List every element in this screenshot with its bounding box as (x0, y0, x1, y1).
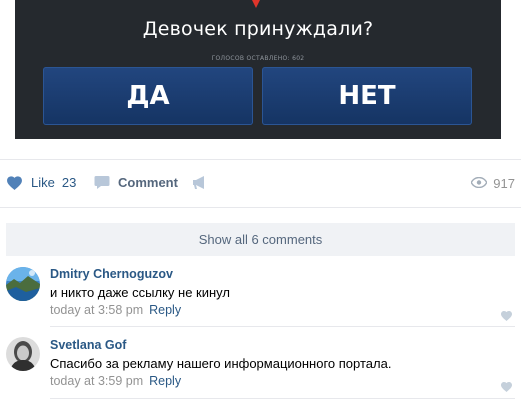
poll-vote-count: ГОЛОСОВ ОСТАВЛЕНО: 602 (211, 55, 305, 62)
comment-text: и никто даже ссылку не кинул (50, 285, 230, 300)
comment-author[interactable]: Dmitry Chernoguzov (50, 267, 173, 281)
post-actions: Like 23 Comment 917 (0, 160, 521, 206)
megaphone-icon (192, 175, 209, 190)
like-count: 23 (61, 175, 77, 190)
comment-meta: today at 3:59 pm Reply (50, 374, 181, 388)
reply-button[interactable]: Reply (149, 303, 181, 317)
comment-text: Спасибо за рекламу нашего информационног… (50, 356, 392, 371)
share-button[interactable] (192, 175, 209, 190)
divider (50, 398, 515, 399)
comment-label: Comment (118, 175, 178, 190)
poll-no-button[interactable]: НЕТ (262, 67, 472, 125)
heart-icon[interactable] (500, 306, 513, 325)
poll-image: Девочек принуждали? ГОЛОСОВ ОСТАВЛЕНО: 6… (15, 0, 501, 139)
divider (0, 207, 521, 208)
eye-icon (470, 176, 488, 191)
comment-time[interactable]: today at 3:58 pm (50, 303, 143, 317)
like-button[interactable]: Like 23 (6, 175, 76, 190)
poll-yes-button[interactable]: ДА (43, 67, 253, 125)
show-all-comments-button[interactable]: Show all 6 comments (6, 223, 515, 256)
avatar[interactable] (6, 337, 40, 371)
comment-meta: today at 3:58 pm Reply (50, 303, 181, 317)
reply-button[interactable]: Reply (149, 374, 181, 388)
comment-icon (94, 175, 110, 190)
heart-icon[interactable] (500, 377, 513, 396)
comment-button[interactable]: Comment (94, 175, 178, 190)
like-label: Like (31, 175, 55, 190)
comment-time[interactable]: today at 3:59 pm (50, 374, 143, 388)
divider (50, 326, 515, 327)
heart-icon (6, 175, 23, 190)
poll-question: Девочек принуждали? (142, 18, 374, 40)
views-counter: 917 (470, 176, 515, 191)
arrow-down-icon (249, 0, 263, 8)
avatar[interactable] (6, 267, 40, 301)
views-count: 917 (493, 176, 515, 191)
comment-author[interactable]: Svetlana Gof (50, 338, 126, 352)
